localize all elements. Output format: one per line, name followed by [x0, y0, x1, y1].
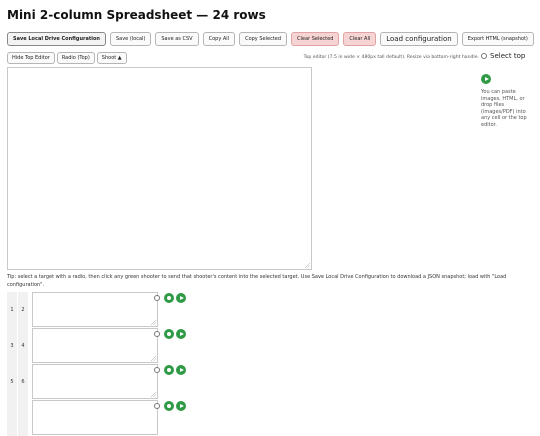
row-number-a: 1: [7, 292, 17, 328]
main-toolbar: Save Local Drive Configuration Save (loc…: [7, 32, 534, 46]
row-number-a: 5: [7, 364, 17, 400]
clear-all-button[interactable]: Clear All: [343, 32, 377, 46]
shoot-button[interactable]: Shoot ▲: [96, 52, 127, 64]
resize-grip-icon[interactable]: [151, 320, 156, 325]
shooter-play-icon[interactable]: [176, 293, 186, 303]
cell-editor[interactable]: [32, 292, 158, 327]
row-number-b: 2: [18, 292, 28, 328]
resize-grip-icon[interactable]: [151, 356, 156, 361]
target-dot-icon[interactable]: [164, 293, 174, 303]
row-target-radio[interactable]: [154, 367, 160, 373]
row-number-b: 6: [18, 364, 28, 400]
target-dot-icon[interactable]: [164, 329, 174, 339]
row-number-a: 3: [7, 328, 17, 364]
export-html-button[interactable]: Export HTML (snapshot): [461, 32, 534, 46]
shooter-play-icon[interactable]: [176, 401, 186, 411]
copy-selected-button[interactable]: Copy Selected: [239, 32, 288, 46]
select-top-radio[interactable]: [481, 53, 487, 59]
shooter-play-icon[interactable]: [176, 329, 186, 339]
target-dot-icon[interactable]: [164, 365, 174, 375]
row-target-radio[interactable]: [154, 331, 160, 337]
row-target-radio[interactable]: [154, 295, 160, 301]
load-configuration-button[interactable]: Load configuration: [380, 32, 458, 46]
top-editor[interactable]: [7, 67, 312, 270]
shooter-play-icon[interactable]: [176, 365, 186, 375]
editor-toolbar: Hide Top Editor Radio (Top) Shoot ▲: [7, 52, 127, 64]
resize-grip-icon[interactable]: [151, 392, 156, 397]
editor-hint: Top editor (7.5 in wide × 480px tall def…: [303, 55, 479, 60]
paste-note: You can paste images, HTML, or drop file…: [481, 89, 527, 128]
save-local-drive-button[interactable]: Save Local Drive Configuration: [7, 32, 106, 46]
side-panel: Select top You can paste images, HTML, o…: [481, 52, 537, 128]
tip-text: Tip: select a target with a radio, then …: [7, 274, 507, 288]
save-local-button[interactable]: Save (local): [109, 32, 152, 46]
row-number-b: 4: [18, 328, 28, 364]
row-number-a: [7, 400, 17, 436]
cell-editor[interactable]: [32, 328, 158, 363]
save-csv-button[interactable]: Save as CSV: [155, 32, 199, 46]
clear-selected-button[interactable]: Clear Selected: [291, 32, 340, 46]
top-shooter-play-icon[interactable]: [481, 74, 491, 84]
row-target-radio[interactable]: [154, 403, 160, 409]
row-number-b: [18, 400, 28, 436]
page-title: Mini 2-column Spreadsheet — 24 rows: [7, 8, 266, 22]
resize-grip-icon[interactable]: [305, 263, 310, 268]
hide-top-editor-button[interactable]: Hide Top Editor: [7, 52, 55, 64]
cell-editor[interactable]: [32, 364, 158, 399]
select-top[interactable]: Select top: [481, 52, 537, 60]
copy-all-button[interactable]: Copy All: [202, 32, 236, 46]
radio-top-button[interactable]: Radio (Top): [56, 52, 95, 64]
select-top-label: Select top: [490, 52, 526, 60]
target-dot-icon[interactable]: [164, 401, 174, 411]
cell-editor[interactable]: [32, 400, 158, 435]
